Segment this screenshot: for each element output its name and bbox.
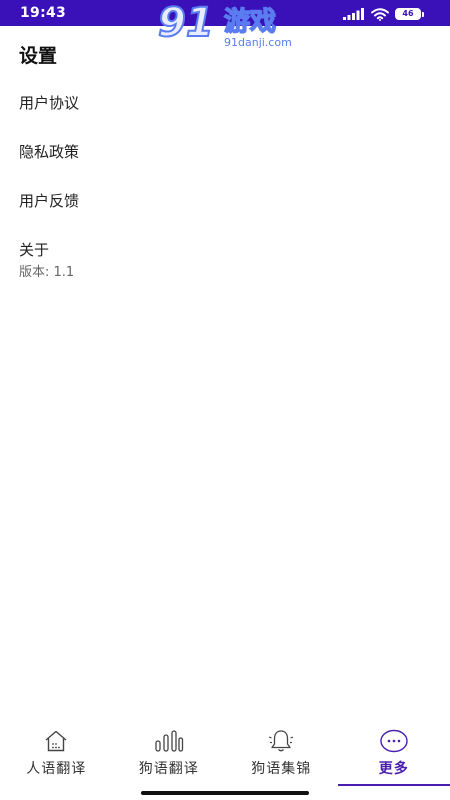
tab-more[interactable]: 更多 — [337, 722, 450, 786]
tab-label: 狗语集锦 — [251, 761, 312, 777]
settings-item-feedback[interactable]: 用户反馈 — [19, 190, 79, 211]
battery-level: 46 — [402, 9, 414, 18]
tab-dog-translate[interactable]: 狗语翻译 — [113, 722, 226, 786]
tab-dog-collection[interactable]: 狗语集锦 — [225, 722, 338, 786]
bottom-nav: 人语翻译 狗语翻译 狗语集锦 更多 — [0, 722, 450, 786]
battery-tip — [422, 11, 424, 17]
watermark-logo-number: 91 — [158, 0, 214, 46]
wifi-icon — [371, 7, 389, 21]
about-version: 版本: 1.1 — [19, 265, 75, 280]
active-tab-indicator — [337, 784, 450, 786]
more-icon — [379, 728, 409, 754]
settings-item-privacy-policy[interactable]: 隐私政策 — [19, 141, 79, 162]
signal-icon — [343, 8, 364, 20]
tab-label: 人语翻译 — [26, 761, 87, 777]
house-icon — [41, 728, 71, 754]
watermark-logo-text: 游戏 — [224, 7, 276, 37]
status-icons: 46 — [343, 7, 424, 21]
bell-icon — [266, 728, 296, 754]
page-title: 设置 — [19, 45, 58, 67]
settings-item-user-agreement[interactable]: 用户协议 — [19, 92, 79, 113]
home-indicator[interactable] — [141, 791, 309, 795]
tab-label: 狗语翻译 — [138, 761, 199, 777]
watermark-site: 91danji.com — [224, 36, 292, 49]
bars-icon — [154, 728, 184, 754]
battery-icon: 46 — [395, 8, 421, 20]
watermark-logo: 91 游戏 91danji.com — [158, 0, 292, 49]
tab-human-translate[interactable]: 人语翻译 — [0, 722, 113, 786]
settings-item-about[interactable]: 关于 — [19, 239, 49, 260]
status-time: 19:43 — [20, 5, 67, 21]
tab-label: 更多 — [378, 761, 409, 777]
